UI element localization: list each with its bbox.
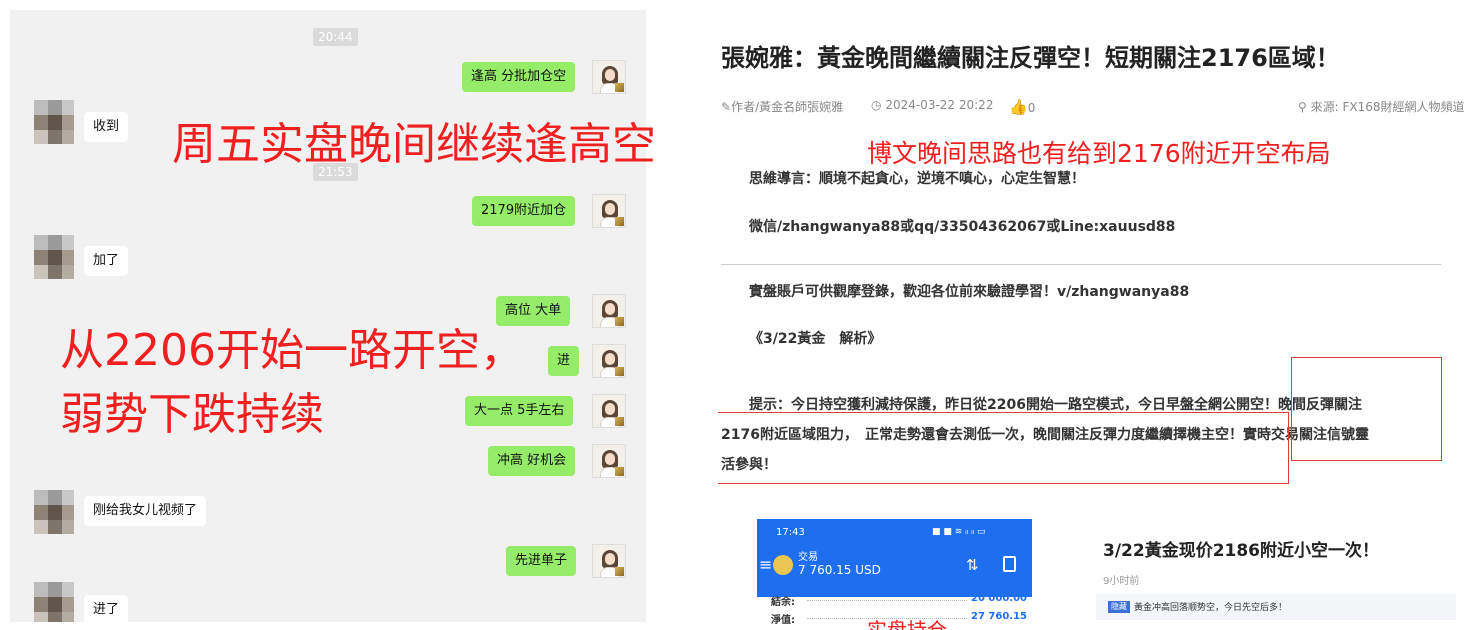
chat-bubble-sent[interactable]: 冲高 好机会 bbox=[488, 446, 576, 476]
my-avatar[interactable] bbox=[592, 194, 626, 228]
menu-icon[interactable]: ≡ bbox=[759, 555, 772, 574]
contact-avatar[interactable] bbox=[34, 100, 74, 144]
news-snippet: 黃金冲高回落顺势空，今日先空后多！ bbox=[1134, 603, 1288, 613]
highlight-box bbox=[1291, 357, 1442, 461]
app-header: 17:43 ■ ■ ≋ ᵢₗ ᵢₗ ▭ ≡ 交易 7 760.15 USD ⇅ bbox=[757, 519, 1032, 597]
chat-bubble-sent[interactable]: 2179附近加仓 bbox=[472, 196, 576, 226]
trading-app-screenshot: 17:43 ■ ■ ≋ ᵢₗ ᵢₗ ▭ ≡ 交易 7 760.15 USD ⇅ … bbox=[757, 519, 1032, 630]
chat-bubble-received[interactable]: 进了 bbox=[84, 595, 129, 622]
article-source[interactable]: ⚲ 來源: FX168財經網人物頻道 bbox=[1298, 98, 1465, 115]
balance-usd: 7 760.15 USD bbox=[798, 563, 881, 577]
news-snippet-box[interactable]: 隐藏 黃金冲高回落顺势空，今日先空后多！ bbox=[1096, 594, 1456, 620]
news-time: 9小时前 bbox=[1103, 576, 1140, 587]
my-avatar[interactable] bbox=[592, 294, 626, 328]
article-intro: 思維導言：順境不起貪心，逆境不嗔心，心定生智慧！ bbox=[749, 171, 1085, 187]
my-avatar[interactable] bbox=[592, 60, 626, 94]
highlight-box bbox=[718, 412, 1289, 484]
article-account-note: 實盤賬戶可供觀摩登錄，歡迎各位前來驗證學習！v/zhangwanya88 bbox=[749, 284, 1190, 300]
chat-bubble-received[interactable]: 加了 bbox=[84, 246, 129, 276]
edit-icon: ✎ bbox=[721, 100, 732, 114]
article-date: ◷ 2024-03-22 20:22 bbox=[871, 98, 994, 112]
chat-bubble-received[interactable]: 刚给我女儿视频了 bbox=[84, 496, 207, 526]
balance-label: 結余: bbox=[771, 597, 795, 608]
overlay-caption-weak-trend: 弱势下跌持续 bbox=[60, 389, 324, 440]
sort-icon[interactable]: ⇅ bbox=[966, 556, 979, 574]
add-order-icon[interactable] bbox=[1003, 556, 1016, 572]
chat-bubble-sent[interactable]: 进 bbox=[548, 346, 580, 376]
contact-avatar[interactable] bbox=[34, 582, 74, 622]
my-avatar[interactable] bbox=[592, 544, 626, 578]
clock-icon: ◷ bbox=[871, 98, 882, 112]
thumbs-up-icon: 👍 bbox=[1009, 98, 1028, 116]
equity-label: 淨值: bbox=[771, 615, 795, 626]
chat-bubble-sent[interactable]: 先进单子 bbox=[506, 546, 577, 576]
chat-bubble-sent[interactable]: 逢高 分批加仓空 bbox=[462, 62, 576, 92]
article-panel: 張婉雅：黃金晚間繼續關注反彈空！短期關注2176區域！ ✎作者/黃金名師張婉雅 … bbox=[718, 0, 1470, 630]
status-icons: ■ ■ ≋ ᵢₗ ᵢₗ ▭ bbox=[932, 527, 986, 537]
overlay-caption-friday: 周五实盘晚间继续逢高空 bbox=[172, 119, 656, 170]
chat-timestamp: 20:44 bbox=[313, 28, 358, 46]
location-icon: ⚲ bbox=[1298, 100, 1307, 114]
overlay-caption-partial: 实盘持仓 bbox=[867, 618, 947, 630]
overlay-caption-2206: 从2206开始一路开空， bbox=[60, 325, 524, 376]
analysis-heading: 《3/22黃金 解析》 bbox=[749, 331, 882, 347]
app-label: 交易 bbox=[798, 552, 818, 563]
news-badge: 隐藏 bbox=[1108, 601, 1130, 613]
balance-value: 20 000.00 bbox=[971, 593, 1027, 604]
tip-line: 提示：今日持空獲利減持保護，昨日從2206開始一路空模式，今日早盤全網公開空！晚… bbox=[749, 397, 1362, 413]
chat-bubble-received[interactable]: 收到 bbox=[84, 112, 129, 142]
news-title[interactable]: 3/22黃金现价2186附近小空一次！ bbox=[1103, 536, 1379, 561]
article-contact: 微信/zhangwanya88或qq/33504362067或Line:xauu… bbox=[749, 219, 1176, 235]
my-avatar[interactable] bbox=[592, 444, 626, 478]
dotted-leader bbox=[807, 600, 967, 601]
equity-value: 27 760.15 bbox=[971, 611, 1027, 622]
article-author[interactable]: ✎作者/黃金名師張婉雅 bbox=[721, 98, 843, 115]
my-avatar[interactable] bbox=[592, 394, 626, 428]
chat-bubble-sent[interactable]: 大一点 5手左右 bbox=[465, 396, 574, 426]
overlay-caption-blog-note: 博文晚间思路也有给到2176附近开空布局 bbox=[867, 139, 1331, 168]
like-button[interactable]: 👍0 bbox=[1009, 98, 1035, 116]
contact-avatar[interactable] bbox=[34, 490, 74, 534]
phone-time: 17:43 bbox=[776, 527, 805, 538]
divider bbox=[721, 264, 1441, 265]
account-icon bbox=[773, 555, 793, 575]
my-avatar[interactable] bbox=[592, 344, 626, 378]
article-title: 張婉雅：黃金晚間繼續關注反彈空！短期關注2176區域！ bbox=[721, 44, 1340, 72]
contact-avatar[interactable] bbox=[34, 235, 74, 279]
